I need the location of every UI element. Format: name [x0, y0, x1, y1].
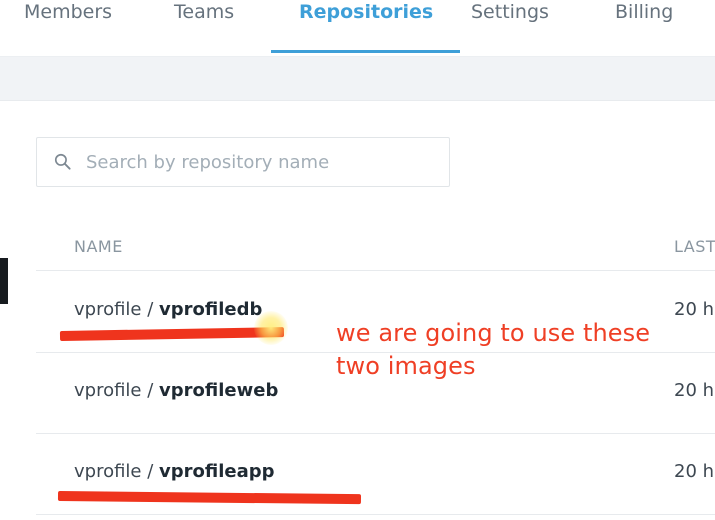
- repository-search[interactable]: [36, 137, 450, 187]
- last-column-header[interactable]: LAST: [674, 237, 715, 256]
- left-edge-marker: [0, 258, 8, 304]
- organization-tabs: Members Teams Repositories Settings Bill…: [0, 0, 715, 56]
- repository-name[interactable]: vprofile / vprofileweb: [74, 379, 278, 403]
- tab-settings[interactable]: Settings: [471, 0, 549, 56]
- repository-title: vprofileweb: [159, 380, 279, 401]
- annotation-line-2: two images: [336, 352, 476, 380]
- repository-separator: /: [141, 461, 160, 482]
- search-input[interactable]: [86, 145, 436, 179]
- tab-teams[interactable]: Teams: [174, 0, 234, 56]
- repository-row-vprofileapp[interactable]: vprofile / vprofileapp 20 h: [36, 433, 715, 515]
- repository-owner: vprofile: [74, 461, 142, 482]
- repository-separator: /: [141, 299, 160, 320]
- repository-name[interactable]: vprofile / vprofiledb: [74, 298, 262, 322]
- repository-name[interactable]: vprofile / vprofileapp: [74, 460, 275, 484]
- search-icon: [54, 153, 71, 170]
- repository-title: vprofiledb: [159, 299, 263, 320]
- repository-title: vprofileapp: [159, 461, 275, 482]
- tab-repositories[interactable]: Repositories: [270, 0, 461, 56]
- repository-last-updated: 20 h: [674, 380, 715, 401]
- repository-separator: /: [141, 380, 160, 401]
- repository-last-updated: 20 h: [674, 461, 715, 482]
- annotation-line-1: we are going to use these: [336, 319, 651, 347]
- repository-owner: vprofile: [74, 299, 142, 320]
- tab-billing[interactable]: Billing: [615, 0, 673, 56]
- name-column-header[interactable]: NAME: [74, 237, 123, 256]
- toolbar-background: [0, 56, 715, 101]
- tab-members[interactable]: Members: [24, 0, 112, 56]
- repository-last-updated: 20 h: [674, 299, 715, 320]
- annotation-note: we are going to use these two images: [336, 317, 666, 383]
- repositories-page: Members Teams Repositories Settings Bill…: [0, 0, 715, 520]
- repository-owner: vprofile: [74, 380, 142, 401]
- table-header: NAME LAST: [36, 222, 715, 271]
